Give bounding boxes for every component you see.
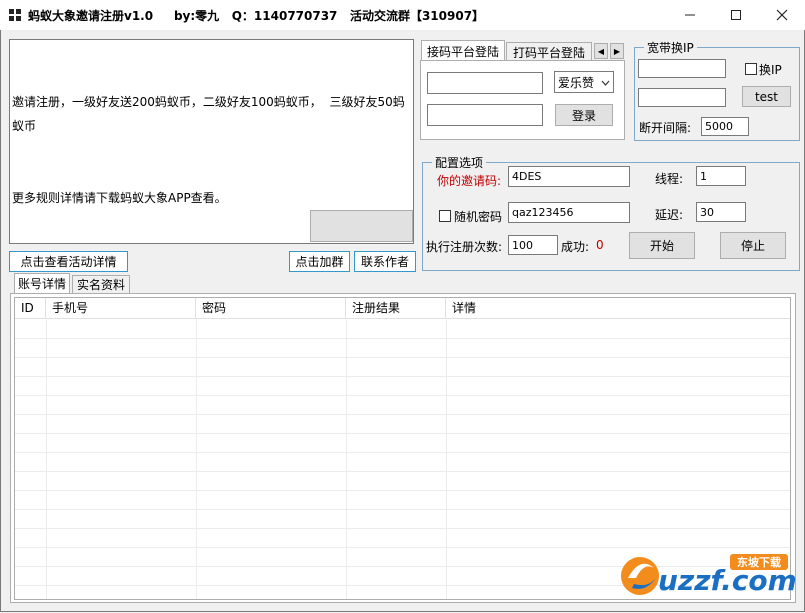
broadband-password-input[interactable] — [638, 88, 726, 107]
table-row-line — [15, 433, 790, 434]
table-row-line — [15, 376, 790, 377]
table-column-line — [446, 318, 447, 599]
table-column-line — [46, 318, 47, 599]
table-row-line — [15, 452, 790, 453]
tab-captcha-platform-login[interactable]: 打码平台登陆 — [506, 42, 592, 62]
watermark-badge: 东坡下载 — [737, 555, 781, 569]
contact-author-button[interactable]: 联系作者 — [354, 251, 416, 272]
column-header-phone[interactable]: 手机号 — [46, 298, 196, 318]
invite-code-input[interactable]: 4DES — [508, 166, 630, 187]
invite-code-label: 你的邀请码: — [437, 174, 502, 188]
tab-real-name-info[interactable]: 实名资料 — [72, 275, 130, 293]
threads-label: 线程: — [655, 172, 684, 186]
login-button[interactable]: 登录 — [555, 104, 613, 126]
table-column-line — [346, 318, 347, 599]
column-header-result[interactable]: 注册结果 — [346, 298, 446, 318]
start-button[interactable]: 开始 — [629, 232, 695, 259]
close-icon[interactable] — [759, 0, 805, 30]
interval-input[interactable]: 5000 — [701, 117, 749, 136]
minimize-icon[interactable] — [667, 0, 713, 30]
table-row-line — [15, 509, 790, 510]
interval-label: 断开间隔: — [639, 121, 692, 135]
table-column-line — [196, 318, 197, 599]
watermark-logo: uzzf.com 东坡下载 — [618, 548, 798, 600]
notice-line-2: 更多规则详情请下载蚂蚁大象APP查看。 — [12, 191, 227, 205]
random-password-label: 随机密码 — [454, 210, 503, 224]
table-row-line — [15, 414, 790, 415]
maximize-icon[interactable] — [713, 0, 759, 30]
broadband-account-input[interactable] — [638, 59, 726, 78]
exec-count-input[interactable]: 100 — [508, 235, 558, 255]
app-icon — [8, 8, 22, 22]
table-header: ID 手机号 密码 注册结果 详情 — [15, 298, 790, 319]
column-header-password[interactable]: 密码 — [196, 298, 346, 318]
stop-button[interactable]: 停止 — [720, 232, 786, 259]
password-input[interactable]: qaz123456 — [508, 202, 630, 223]
success-label: 成功: — [561, 240, 590, 254]
test-button[interactable]: test — [742, 86, 791, 107]
table-row-line — [15, 490, 790, 491]
threads-input[interactable]: 1 — [696, 166, 746, 186]
platform-select-value: 爱乐赞 — [558, 75, 595, 90]
column-header-details[interactable]: 详情 — [446, 298, 790, 318]
table-row-line — [15, 357, 790, 358]
table-row-line — [15, 395, 790, 396]
platform-select[interactable]: 爱乐赞 — [554, 71, 614, 93]
platform-username-input[interactable] — [427, 72, 543, 94]
switch-ip-label: 换IP — [759, 63, 782, 77]
random-password-checkbox[interactable] — [439, 210, 451, 222]
notice-line-1: 邀请注册，一级好友送200蚂蚁币，二级好友100蚂蚁币， 三级好友50蚂蚁币 — [12, 95, 405, 133]
window-title: 蚂蚁大象邀请注册v1.0 by:零九 Q：1140770737 活动交流群【31… — [28, 9, 485, 23]
table-row-line — [15, 338, 790, 339]
exec-count-label: 执行注册次数: — [426, 240, 503, 254]
join-group-button[interactable]: 点击加群 — [289, 251, 350, 272]
delay-input[interactable]: 30 — [696, 202, 746, 222]
table-row-line — [15, 528, 790, 529]
broadband-group-title: 宽带换IP — [644, 39, 697, 56]
chevron-down-icon — [601, 75, 610, 89]
column-header-id[interactable]: ID — [15, 298, 46, 318]
tab-sms-platform-login[interactable]: 接码平台登陆 — [421, 40, 505, 62]
captcha-image-box — [310, 210, 413, 242]
delay-label: 延迟: — [655, 208, 684, 222]
activity-details-button[interactable]: 点击查看活动详情 — [9, 251, 128, 272]
config-group-title: 配置选项 — [432, 154, 487, 171]
tab-account-details[interactable]: 账号详情 — [14, 273, 70, 293]
table-row-line — [15, 471, 790, 472]
platform-password-input[interactable] — [427, 104, 543, 126]
tab-scroll-right-icon[interactable]: ▶ — [610, 43, 624, 59]
success-count: 0 — [596, 238, 604, 252]
switch-ip-checkbox[interactable] — [745, 63, 757, 75]
tab-scroll-left-icon[interactable]: ◀ — [594, 43, 608, 59]
